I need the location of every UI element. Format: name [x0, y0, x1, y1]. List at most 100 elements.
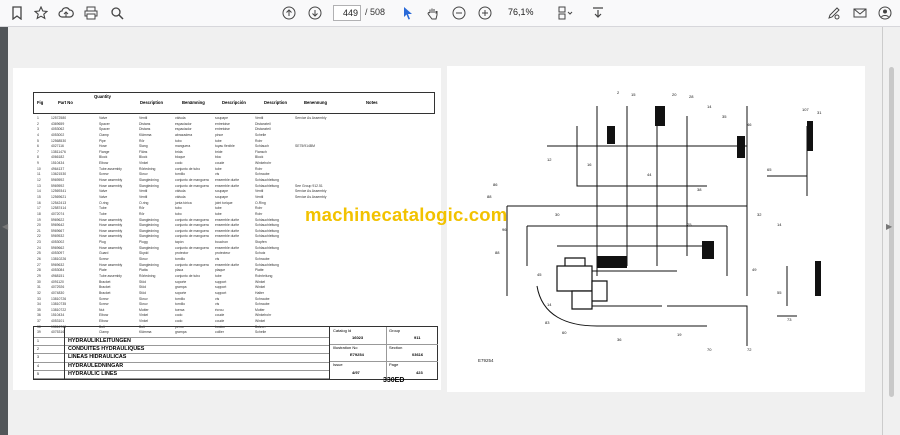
svg-text:44: 44: [647, 172, 652, 177]
bookmark-icon[interactable]: [8, 4, 26, 22]
cell-note: Service As Assembly: [295, 194, 327, 199]
title-lines: HYDRAULIKLEITUNGEN CONDUITES HYDRAULIQUE…: [64, 327, 330, 379]
svg-text:46: 46: [747, 122, 752, 127]
svg-text:73: 73: [787, 317, 792, 322]
star-icon[interactable]: [32, 4, 50, 22]
rev-2: 2: [34, 346, 64, 355]
svg-text:49: 49: [752, 267, 757, 272]
svg-text:14: 14: [707, 104, 712, 109]
svg-text:72: 72: [747, 347, 752, 352]
left-nav-arrow-icon[interactable]: ◀: [2, 222, 8, 231]
download-icon[interactable]: [589, 4, 607, 22]
group-label: Group: [389, 328, 401, 333]
zoom-out-icon[interactable]: [450, 4, 468, 22]
svg-text:28: 28: [689, 94, 694, 99]
svg-text:2: 2: [617, 90, 620, 95]
svg-text:20: 20: [672, 92, 677, 97]
svg-text:107: 107: [802, 107, 809, 112]
section-label: Section: [389, 345, 403, 350]
section-value: 03616: [412, 352, 424, 357]
revision-column: 1 2 3 4 5: [34, 327, 64, 379]
svg-text:30: 30: [555, 212, 560, 217]
rev-1: 1: [34, 338, 64, 347]
issue-value: 4/97: [352, 370, 360, 375]
svg-text:16: 16: [587, 162, 592, 167]
zoom-level[interactable]: 76,1%: [508, 5, 538, 19]
header-notes: Notes: [366, 100, 378, 105]
header-fig: Fig: [37, 100, 44, 105]
title-fr: CONDUITES HYDRAULIQUES: [65, 346, 330, 355]
svg-text:88: 88: [487, 194, 492, 199]
svg-text:32: 32: [757, 212, 762, 217]
svg-text:38: 38: [697, 187, 702, 192]
title-en: HYDRAULIC LINES: [65, 371, 330, 379]
rev-5: 5: [34, 371, 64, 379]
svg-text:14: 14: [547, 302, 552, 307]
page-total: / 508: [365, 7, 386, 17]
title-de: HYDRAULIKLEITUNGEN: [65, 338, 330, 347]
svg-text:31: 31: [817, 110, 822, 115]
group-value: 911: [414, 335, 421, 340]
header-descripcion: Descripción: [222, 100, 246, 105]
zoom-in-icon[interactable]: [476, 4, 494, 22]
watermark-text: machinecatalogic.com: [305, 204, 508, 225]
hydraulic-lines-diagram: 86 88 96 88 12 2 15 20 28 14 35 46 65 107 31 32 14 4…: [487, 90, 822, 352]
viewer-toolbar: 449 / 508 76,1%: [0, 0, 900, 27]
svg-text:19: 19: [677, 332, 682, 337]
vertical-scrollbar[interactable]: [882, 27, 900, 435]
svg-text:36: 36: [617, 337, 622, 342]
right-nav-arrow-icon[interactable]: ▶: [886, 222, 892, 231]
catalog-meta: Catalog Id 16023 Group 911 Illustration …: [329, 327, 438, 379]
select-cursor-icon[interactable]: [399, 4, 417, 22]
svg-text:83: 83: [545, 320, 550, 325]
account-icon[interactable]: [876, 4, 894, 22]
title-sv: HYDRAULEDNINGAR: [65, 363, 330, 371]
parts-table-header: Fig Part No Quantity Description Benämni…: [33, 92, 435, 114]
title-block: 1 2 3 4 5 HYDRAULIKLEITUNGEN CONDUITES H…: [33, 326, 438, 380]
header-benamning: Benämning: [182, 100, 205, 105]
edit-sign-icon[interactable]: [825, 4, 843, 22]
svg-text:45: 45: [537, 272, 542, 277]
svg-text:60: 60: [562, 330, 567, 335]
hand-tool-icon[interactable]: [424, 4, 442, 22]
rev-3: 3: [34, 354, 64, 363]
cell-note: See Group 912.51: [295, 183, 323, 188]
parts-list-page: Fig Part No Quantity Description Benämni…: [13, 68, 441, 390]
illustration-label: Illustration No: [333, 345, 358, 350]
page-layout-icon[interactable]: [557, 4, 575, 22]
cell-note: Service As Assembly: [295, 116, 327, 120]
svg-text:14: 14: [777, 222, 782, 227]
previous-page-icon[interactable]: [280, 4, 298, 22]
cell-note: Service As Assembly: [295, 189, 327, 194]
scrollbar-thumb[interactable]: [889, 67, 894, 397]
mail-icon[interactable]: [851, 4, 869, 22]
print-icon[interactable]: [82, 4, 100, 22]
svg-text:12: 12: [547, 157, 552, 162]
illustration-value: E79254: [350, 352, 364, 357]
catalog-id-label: Catalog Id: [333, 328, 352, 333]
svg-text:55: 55: [777, 290, 782, 295]
illustration-ref: E79254: [478, 358, 494, 363]
rev-4: 4: [34, 363, 64, 371]
page-number-input[interactable]: 449: [333, 5, 361, 21]
model-number: 330ED: [383, 377, 405, 384]
header-benennung: Benennung: [304, 100, 328, 105]
header-quantity: Quantity: [94, 94, 111, 99]
svg-text:86: 86: [493, 182, 498, 187]
upload-cloud-icon[interactable]: [57, 4, 75, 22]
header-part-no: Part No: [58, 100, 73, 105]
issue-label: Issue: [333, 362, 343, 367]
svg-text:65: 65: [767, 167, 772, 172]
next-page-icon[interactable]: [306, 4, 324, 22]
page-label: Page: [389, 362, 399, 367]
svg-text:96: 96: [502, 227, 507, 232]
svg-text:15: 15: [631, 92, 636, 97]
header-description-fr: Description: [264, 100, 288, 105]
title-es: LINEAS HIDRAULICAS: [65, 354, 330, 363]
page-value: 423: [416, 370, 423, 375]
search-icon[interactable]: [108, 4, 126, 22]
cell-note: SE75/914BM: [295, 144, 315, 149]
header-description: Description: [140, 100, 164, 105]
svg-text:35: 35: [722, 114, 727, 119]
catalog-id-value: 16023: [352, 335, 364, 340]
